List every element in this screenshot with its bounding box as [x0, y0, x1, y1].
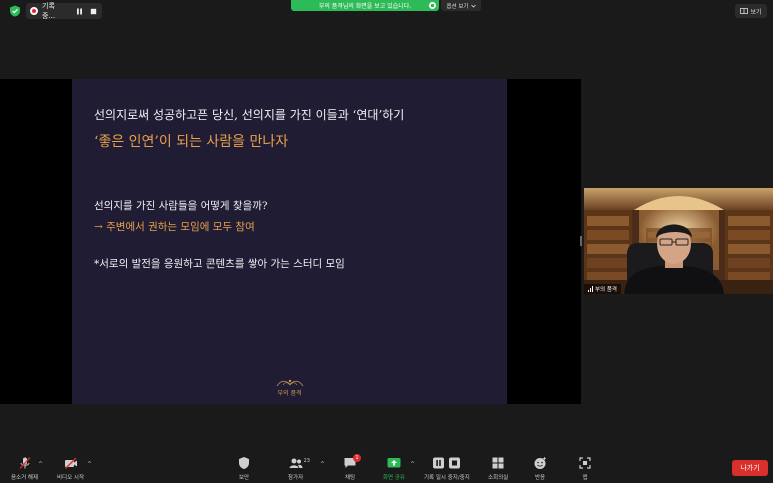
security-label: 보안: [238, 475, 250, 481]
close-icon: [431, 4, 434, 7]
shield-icon[interactable]: [9, 5, 21, 17]
chevron-down-icon: [470, 4, 476, 8]
participants-count: 23: [303, 458, 310, 464]
participants-icon: 23: [289, 456, 310, 470]
video-options-chevron-icon[interactable]: ^: [87, 461, 92, 468]
share-options-chevron-icon[interactable]: ^: [410, 461, 415, 468]
view-options-button[interactable]: 옵션 보기: [441, 0, 481, 11]
start-video-button[interactable]: 비디오 시작: [57, 456, 84, 481]
stop-recording-button[interactable]: [88, 6, 98, 16]
view-button-label: 보기: [750, 8, 762, 16]
video-off-icon: [64, 456, 78, 470]
chat-button[interactable]: 1 채팅: [343, 454, 361, 481]
recording-controls-button[interactable]: 기록 일시 중지/중지: [424, 456, 470, 481]
presentation-slide: 선의지로써 성공하고픈 당신, 선의지를 가진 이들과 ‘연대’하기 ‘좋은 인…: [72, 79, 507, 404]
stop-icon: [90, 8, 96, 14]
pause-icon: [76, 8, 82, 14]
breakout-rooms-button[interactable]: 소회의실: [488, 456, 508, 481]
slide-highlight-line: ‘좋은 인연’이 되는 사람을 만나자: [94, 134, 289, 150]
slide-logo: 부의 품격: [267, 379, 312, 399]
ornament-icon: [276, 379, 303, 387]
share-banner-text: 부의 품격님의 화면을 보고 있습니다.: [318, 3, 412, 10]
record-dot-icon: [30, 7, 38, 15]
recording-label: 기록 중...: [42, 2, 56, 20]
participant-name-tag: 부의 품격: [584, 284, 621, 294]
shield-security-icon: [237, 456, 251, 470]
apps-label: 앱: [582, 475, 588, 481]
grid-view-icon: [740, 8, 749, 14]
pause-recording-button[interactable]: [74, 6, 84, 16]
split-view-handle[interactable]: [580, 236, 582, 246]
unmute-button[interactable]: 음소거 해제: [11, 456, 38, 481]
audio-options-chevron-icon[interactable]: ^: [38, 461, 43, 468]
screen-share-banner: 부의 품격님의 화면을 보고 있습니다.: [291, 0, 439, 11]
share-screen-icon: [387, 456, 401, 470]
participants-label: 참가자: [288, 475, 304, 481]
unmute-label: 음소거 해제: [11, 475, 39, 481]
shared-screen: 선의지로써 성공하고픈 당신, 선의지를 가진 이들과 ‘연대’하기 ‘좋은 인…: [0, 79, 581, 404]
participants-options-chevron-icon[interactable]: ^: [320, 461, 325, 468]
breakout-rooms-label: 소회의실: [488, 475, 509, 481]
top-bar: 기록 중... 부의 품격님의 화면을 보고 있습니다. 옵션 보기 보기: [0, 0, 773, 22]
slide-line-3: 선의지를 가진 사람들을 어떻게 찾을까?: [94, 200, 268, 212]
chat-unread-badge: 1: [353, 454, 361, 462]
breakout-rooms-icon: [491, 456, 505, 470]
recording-indicator: 기록 중...: [26, 2, 102, 20]
view-options-label: 옵션 보기: [446, 3, 469, 10]
apps-icon: [578, 456, 592, 470]
chat-label: 채팅: [344, 475, 356, 481]
start-video-label: 비디오 시작: [57, 475, 85, 481]
slide-arrow-line: → 주변에서 권하는 모임에 모두 참여: [94, 221, 255, 233]
reactions-label: 반응: [534, 475, 546, 481]
security-button[interactable]: 보안: [237, 456, 251, 481]
share-screen-button[interactable]: 화면 공유: [383, 456, 405, 481]
participant-video[interactable]: 부의 품격: [584, 188, 773, 294]
slide-logo-text: 부의 품격: [277, 390, 302, 397]
chat-icon: 1: [343, 454, 361, 470]
share-screen-label: 화면 공유: [383, 475, 405, 481]
view-button[interactable]: 보기: [735, 4, 767, 18]
meeting-toolbar: 음소거 해제 ^ 비디오 시작 ^ 보안 23 참가자 ^ 1 채팅 화면 공유…: [0, 453, 773, 483]
leave-button[interactable]: 나가기: [732, 460, 768, 476]
slide-line-1: 선의지로써 성공하고픈 당신, 선의지를 가진 이들과 ‘연대’하기: [94, 108, 405, 122]
participant-name: 부의 품격: [595, 287, 617, 293]
smiley-icon: [533, 456, 547, 470]
apps-button[interactable]: 앱: [578, 456, 592, 481]
participants-button[interactable]: 23 참가자: [288, 456, 310, 481]
reactions-button[interactable]: 반응: [533, 456, 547, 481]
library-background-image: [584, 188, 773, 294]
signal-strength-icon: [588, 286, 593, 292]
zoom-meeting-window: 기록 중... 부의 품격님의 화면을 보고 있습니다. 옵션 보기 보기 선의…: [0, 0, 773, 483]
banner-close-button[interactable]: [429, 2, 436, 9]
recording-controls-label: 기록 일시 중지/중지: [424, 475, 470, 481]
mic-muted-icon: [18, 456, 32, 470]
pause-stop-record-icon: [432, 456, 462, 470]
slide-note-line: *서로의 발전을 응원하고 콘텐츠를 쌓아 가는 스터디 모임: [94, 258, 345, 270]
